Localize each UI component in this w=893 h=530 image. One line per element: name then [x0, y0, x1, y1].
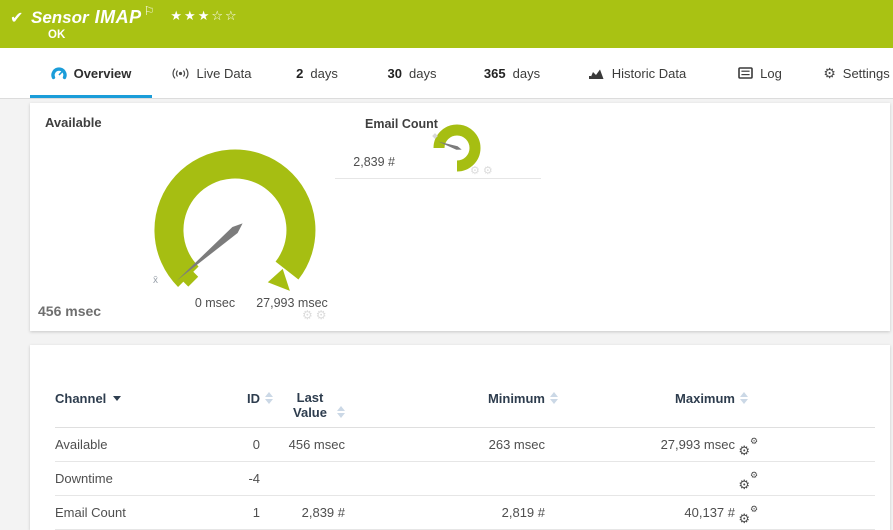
gear-icon: ⚙	[738, 442, 750, 458]
channel-last-value: 2,839 #	[301, 505, 345, 520]
log-icon	[738, 67, 753, 79]
channel-id: 0	[252, 437, 260, 452]
tab-number: 365	[483, 65, 506, 81]
channel-maximum: 27,993 msec	[660, 437, 735, 452]
tab-label: Historic Data	[611, 65, 687, 81]
tab-2-days[interactable]: 2 days	[288, 48, 346, 98]
available-gauge-label: Available	[45, 115, 102, 130]
tab-label: Log	[760, 65, 782, 81]
tab-log[interactable]: Log	[728, 48, 792, 98]
channel-id: 1	[252, 505, 260, 520]
channel-table-panel: Channel ID Last Value Minimum Maximum Av…	[30, 345, 890, 530]
column-label: Last Value	[293, 390, 327, 420]
channel-name[interactable]: Downtime	[55, 471, 225, 486]
gear-icon: ⚙	[750, 435, 759, 446]
gear-icon[interactable]: ⚙	[302, 308, 316, 322]
sensor-title-prefix: Sensor	[31, 8, 89, 27]
status-check-icon: ✔	[10, 10, 24, 27]
gauge-settings-icons[interactable]: ⚙⚙	[302, 308, 330, 322]
gauge-settings-icons[interactable]: ⚙⚙	[470, 164, 496, 177]
live-broadcast-icon	[172, 67, 188, 79]
channel-minimum: 2,819 #	[501, 505, 545, 520]
column-label: Channel	[55, 391, 107, 406]
tab-label: Live Data	[196, 65, 252, 81]
sort-desc-icon	[113, 396, 122, 401]
table-row-available[interactable]: Available 0 456 msec 263 msec 27,993 mse…	[55, 428, 875, 462]
column-header-last-value[interactable]: Last Value	[275, 390, 360, 421]
table-header-row: Channel ID Last Value Minimum Maximum	[55, 345, 875, 428]
gauges-panel: Available x̄ 0 msec 27,993 msec 456 msec…	[30, 103, 890, 331]
sensor-status-header: ✔ Sensor IMAP ⚐ ★★★☆☆ OK	[0, 0, 893, 48]
column-header-channel[interactable]: Channel	[55, 391, 225, 406]
status-badge: OK	[48, 29, 66, 41]
gear-icon[interactable]: ⚙	[316, 308, 330, 322]
gear-icon: ⚙	[750, 503, 759, 514]
mean-marker: x̄	[153, 275, 158, 286]
tab-settings[interactable]: ⚙ Settings	[820, 48, 893, 98]
column-header-minimum[interactable]: Minimum	[360, 391, 560, 406]
email-count-gauge-value: 2,839 #	[353, 155, 395, 169]
gauge-min-label: 0 msec	[194, 296, 236, 310]
tab-number: 2	[296, 65, 304, 81]
sort-icon[interactable]	[264, 391, 275, 406]
priority-stars[interactable]: ★★★☆☆	[170, 8, 238, 23]
tab-label: Overview	[73, 65, 132, 81]
tab-30-days[interactable]: 30 days	[380, 48, 444, 98]
gear-icon[interactable]: ⚙	[470, 165, 483, 177]
sort-icon[interactable]	[739, 391, 750, 406]
table-row-email-count[interactable]: Email Count 1 2,839 # 2,819 # 40,137 # ⚙…	[55, 496, 875, 530]
gear-icon: ⚙	[750, 469, 759, 480]
column-header-maximum[interactable]: Maximum	[560, 391, 750, 406]
tab-label: days	[409, 65, 437, 81]
available-gauge-value: 456 msec	[38, 303, 102, 319]
column-label: Minimum	[487, 391, 545, 406]
tab-historic-data[interactable]: Historic Data	[578, 48, 696, 98]
tab-overview[interactable]: Overview	[30, 48, 152, 98]
flag-icon[interactable]: ⚐	[144, 4, 155, 18]
column-label: Maximum	[675, 391, 735, 406]
divider	[335, 178, 541, 179]
channel-minimum: 263 msec	[488, 437, 545, 452]
channel-last-value: 456 msec	[288, 437, 345, 452]
column-header-id[interactable]: ID	[225, 391, 275, 406]
tab-label: days	[512, 65, 541, 81]
tab-live-data[interactable]: Live Data	[163, 48, 259, 98]
gear-icon: ⚙	[738, 510, 750, 526]
sensor-title-name: IMAP	[94, 7, 142, 27]
gear-icon: ⚙	[823, 65, 836, 81]
historic-chart-icon	[588, 69, 604, 79]
channel-maximum: 40,137 #	[684, 505, 735, 520]
table-row-downtime[interactable]: Downtime -4 ⚙ ⚙	[55, 462, 875, 496]
gear-icon: ⚙	[738, 476, 750, 492]
tab-365-days[interactable]: 365 days	[476, 48, 548, 98]
channel-name[interactable]: Email Count	[55, 505, 225, 520]
tab-label: days	[310, 65, 338, 81]
channel-id: -4	[248, 471, 260, 486]
sort-icon[interactable]	[336, 405, 347, 420]
column-label: ID	[247, 391, 260, 406]
tab-number: 30	[387, 65, 402, 81]
sensor-title: Sensor IMAP ⚐ ★★★☆☆	[31, 4, 239, 28]
gauge-icon	[50, 67, 67, 80]
sort-icon[interactable]	[549, 391, 560, 406]
tab-label: Settings	[842, 65, 890, 81]
tab-bar: Overview Live Data 2 days 30 days 365 da…	[0, 48, 893, 99]
channel-name[interactable]: Available	[55, 437, 225, 452]
gear-icon[interactable]: ⚙	[483, 165, 496, 177]
email-count-gauge-label: Email Count	[365, 117, 438, 131]
